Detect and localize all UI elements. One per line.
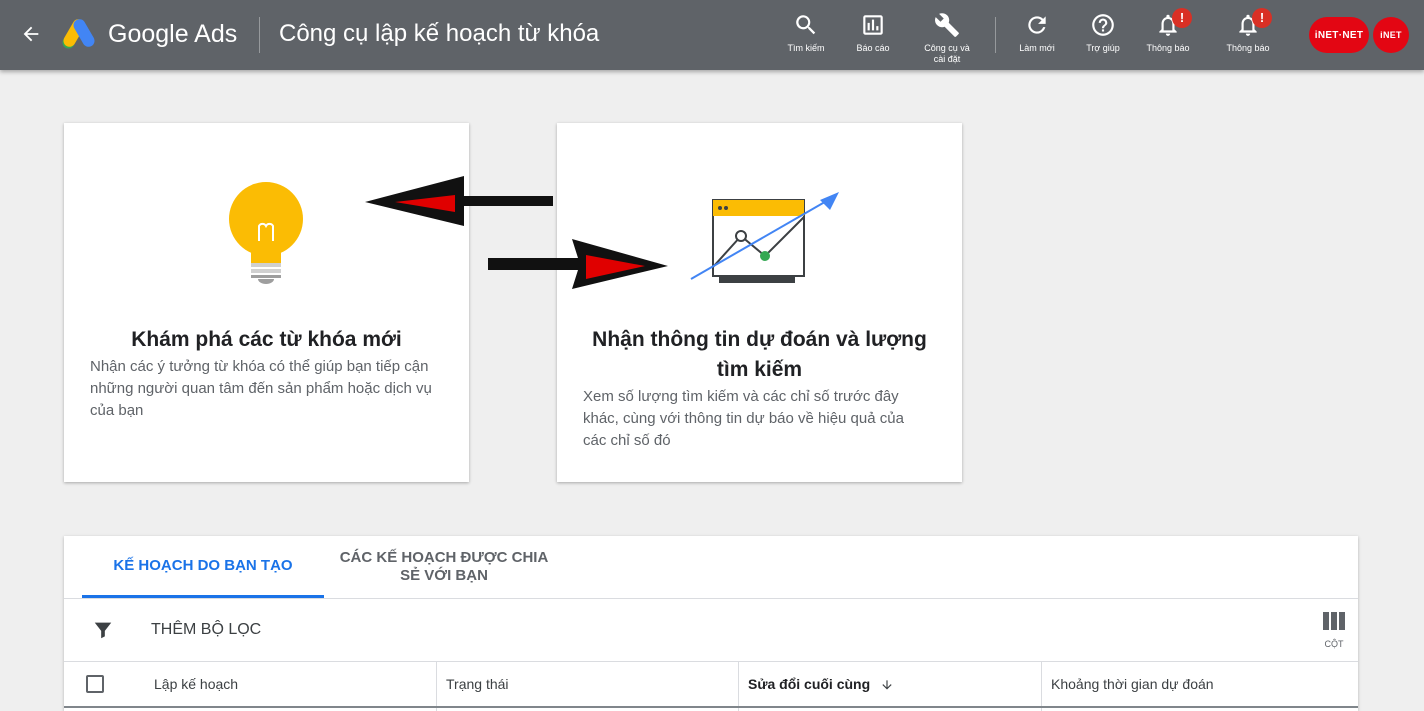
columns-button[interactable]: CỘT <box>1316 612 1352 649</box>
select-all-checkbox[interactable] <box>86 675 104 693</box>
column-header-forecast-period[interactable]: Khoảng thời gian dự đoán <box>1051 676 1214 692</box>
table-header-border <box>64 706 1358 708</box>
column-separator <box>1041 661 1042 711</box>
tab-my-plans[interactable]: KẾ HOẠCH DO BẠN TẠO <box>82 536 324 598</box>
column-separator <box>436 661 437 711</box>
column-header-plan[interactable]: Lập kế hoạch <box>154 676 238 692</box>
annotation-arrow-right <box>488 239 668 289</box>
tab-shared-plans[interactable]: CÁC KẾ HOẠCH ĐƯỢC CHIA SẺ VỚI BẠN <box>324 536 564 598</box>
column-header-status[interactable]: Trạng thái <box>446 676 509 692</box>
annotation-arrow-left <box>365 176 553 226</box>
columns-label: CỘT <box>1324 639 1344 649</box>
column-header-last-modified-label: Sửa đổi cuối cùng <box>748 676 871 692</box>
column-header-last-modified[interactable]: Sửa đổi cuối cùng <box>748 676 894 692</box>
filter-icon[interactable] <box>92 619 114 641</box>
columns-icon <box>1323 612 1345 630</box>
tabs-divider <box>64 598 1358 599</box>
toolbar-divider <box>64 661 1358 662</box>
column-separator <box>738 661 739 711</box>
sort-down-arrow-icon <box>882 680 892 690</box>
plans-panel: KẾ HOẠCH DO BẠN TẠO CÁC KẾ HOẠCH ĐƯỢC CH… <box>64 536 1358 711</box>
add-filter-button[interactable]: THÊM BỘ LỌC <box>151 621 261 639</box>
